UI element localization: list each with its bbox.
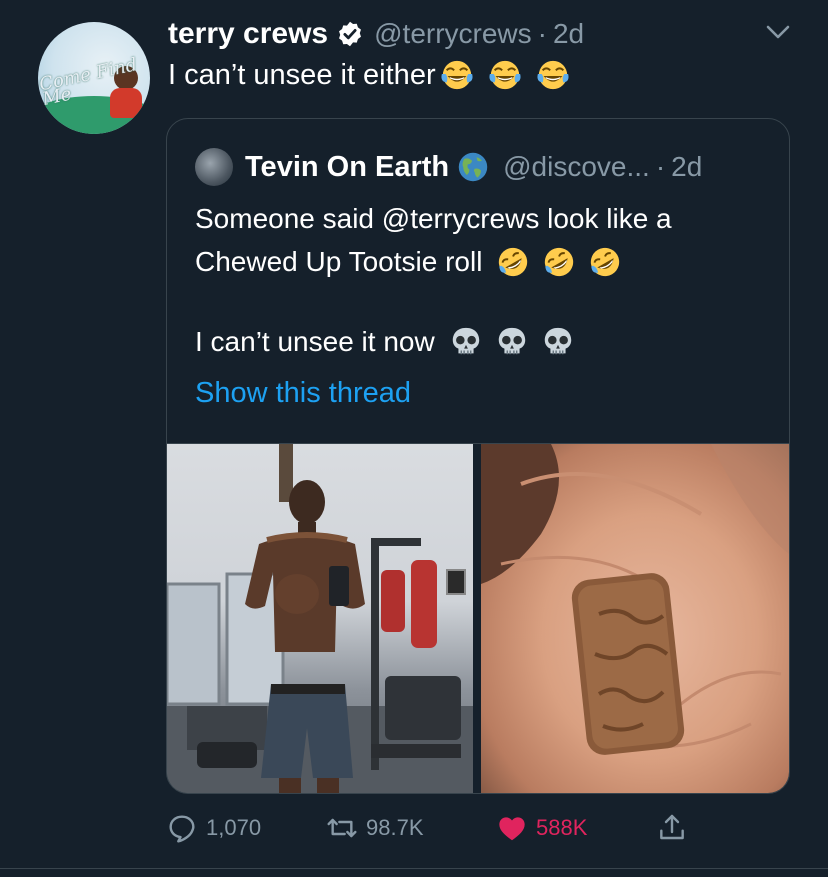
author-name[interactable]: terry crews — [168, 17, 328, 51]
rofl-emoji-icon — [545, 247, 574, 277]
quoted-text-line-3: I can’t unsee it now — [195, 325, 575, 359]
retweet-button[interactable]: 98.7K — [326, 808, 424, 848]
tweet-actions: 1,070 98.7K 588K — [166, 808, 726, 848]
like-count: 588K — [536, 815, 588, 840]
tears-of-joy-emoji-icon — [489, 60, 521, 90]
candy-in-hand-photo[interactable] — [481, 444, 789, 793]
quoted-media — [167, 443, 789, 793]
gym-selfie-photo[interactable] — [167, 444, 473, 793]
like-button[interactable]: 588K — [496, 808, 587, 848]
quoted-tweet[interactable]: Tevin On Earth @discove... · 2d Someone … — [166, 118, 790, 794]
tweet-age[interactable]: 2d — [553, 18, 584, 50]
quoted-author-name: Tevin On Earth — [245, 150, 450, 183]
globe-emoji-icon — [458, 152, 488, 182]
quoted-author-avatar — [195, 148, 233, 186]
reply-icon — [169, 815, 195, 843]
show-thread-link[interactable]: Show this thread — [195, 377, 411, 410]
quoted-text-line-2-content: Chewed Up Tootsie roll — [195, 246, 483, 277]
quoted-tweet-header: Tevin On Earth @discove... · 2d — [195, 147, 702, 187]
rofl-emoji-icon — [499, 247, 528, 277]
reply-count: 1,070 — [206, 815, 262, 840]
reply-button[interactable]: 1,070 — [166, 808, 261, 848]
quoted-text-line-3-content: I can’t unsee it now — [195, 326, 435, 357]
tweet-header: terry crews @terrycrews · 2d — [168, 16, 584, 52]
author-handle[interactable]: @terrycrews — [374, 18, 532, 50]
retweet-icon — [327, 818, 357, 838]
quoted-author-handle: @discove... — [503, 151, 650, 182]
verified-badge-icon — [339, 21, 362, 47]
quoted-time-separator: · — [655, 151, 666, 182]
time-separator: · — [537, 18, 547, 49]
heart-icon — [499, 817, 525, 841]
quoted-text-line-1: Someone said @terrycrews look like a — [195, 203, 672, 235]
share-icon — [660, 814, 684, 840]
candy-in-hand-illustration — [481, 444, 789, 755]
skull-emoji-icon — [452, 327, 479, 355]
tears-of-joy-emoji-icon — [537, 60, 569, 90]
gym-selfie-illustration — [167, 444, 473, 793]
tears-of-joy-emoji-icon — [441, 60, 473, 90]
skull-emoji-icon — [498, 327, 525, 355]
quoted-text-line-1-content: Someone said @terrycrews look like a — [195, 203, 672, 234]
author-avatar[interactable]: Come Find Me — [38, 22, 150, 134]
skull-emoji-icon — [544, 327, 571, 355]
chevron-down-icon[interactable] — [764, 22, 792, 42]
quoted-tweet-age: 2d — [671, 151, 703, 182]
tweet-text: I can’t unsee it either — [168, 58, 570, 92]
retweet-count: 98.7K — [366, 815, 424, 840]
rofl-emoji-icon — [591, 247, 620, 277]
tweet-text-content: I can’t unsee it either — [168, 58, 436, 91]
share-button[interactable] — [656, 808, 696, 848]
tweet-divider — [0, 868, 828, 869]
quoted-text-line-2: Chewed Up Tootsie roll — [195, 245, 622, 279]
